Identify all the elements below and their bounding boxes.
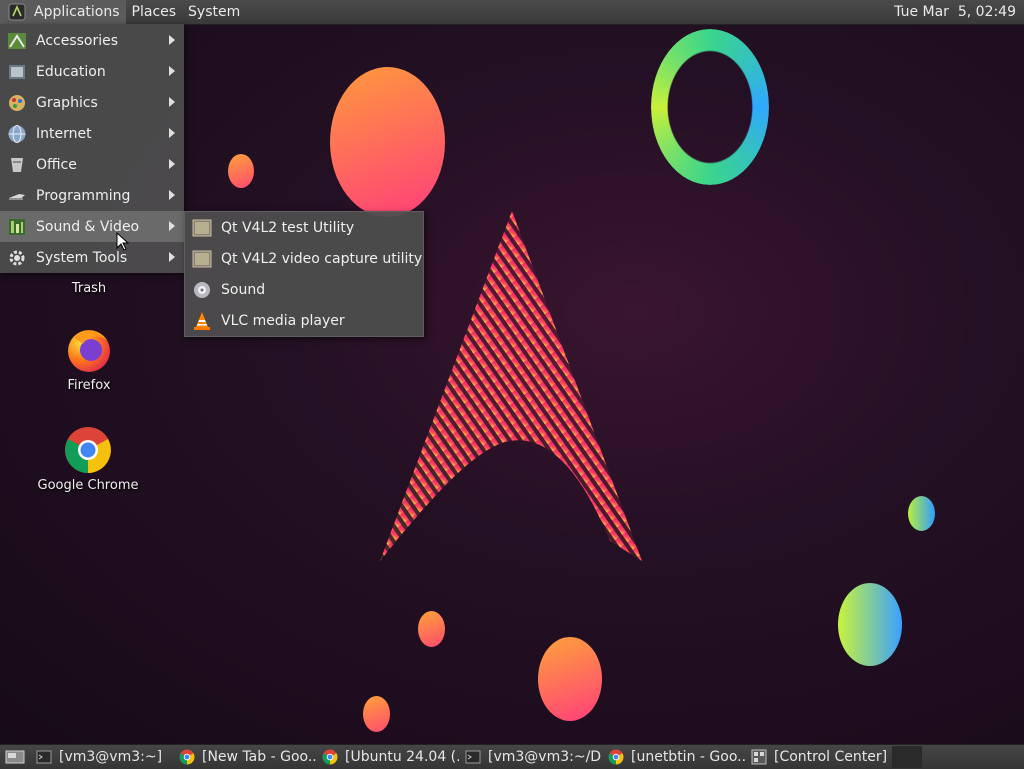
submenu-arrow-icon	[169, 221, 175, 231]
internet-icon	[6, 123, 28, 145]
menu-item-label: Programming	[36, 187, 131, 204]
wallpaper-bubble	[330, 67, 445, 217]
office-icon	[6, 154, 28, 176]
applications-menu-label: Applications	[34, 4, 120, 20]
desktop-icon-label: Trash	[71, 281, 107, 296]
menu-item-label: VLC media player	[221, 312, 345, 329]
submenu-arrow-icon	[169, 252, 175, 262]
wallpaper-ring	[651, 29, 769, 185]
taskbar-item[interactable]: [vm3@vm3:~/D...	[459, 746, 602, 768]
menu-item-vlc-media-player[interactable]: VLC media player	[185, 305, 423, 336]
clock[interactable]: Tue Mar 5, 02:49	[894, 4, 1024, 20]
terminal-icon	[465, 750, 481, 764]
desktop-icon-google-chrome[interactable]: Google Chrome	[28, 426, 148, 493]
chrome-icon	[322, 749, 338, 765]
system-tools-icon	[6, 247, 28, 269]
distro-logo-icon	[6, 1, 28, 23]
places-menu-button[interactable]: Places	[126, 0, 183, 24]
applications-menu: Accessories Education Graphics Internet …	[0, 24, 184, 273]
show-desktop-icon	[5, 750, 25, 764]
graphics-icon	[6, 92, 28, 114]
taskbar-item-label: [unetbtin - Goo...	[631, 749, 745, 765]
desktop-icon-firefox[interactable]: Firefox	[29, 326, 149, 393]
wallpaper-bubble	[908, 496, 935, 531]
taskbar-item-label: [vm3@vm3:~/D...	[488, 749, 602, 765]
menu-item-label: Internet	[36, 125, 92, 142]
taskbar-item-label: [Ubuntu 24.04 (...	[345, 749, 459, 765]
bottom-panel: [vm3@vm3:~] [New Tab - Goo... [Ubuntu 24…	[0, 744, 1024, 769]
sound-video-submenu: Qt V4L2 test Utility Qt V4L2 video captu…	[184, 211, 424, 337]
terminal-icon	[36, 750, 52, 764]
taskbar-item[interactable]: [vm3@vm3:~]	[30, 746, 173, 768]
qt-v4l2-icon	[191, 217, 213, 239]
qt-v4l2-capture-icon	[191, 248, 213, 270]
system-menu-button[interactable]: System	[182, 0, 246, 24]
menu-item-label: Sound	[221, 281, 266, 298]
show-desktop-button[interactable]	[0, 746, 30, 768]
menu-item-qt-v4l2-test-utility[interactable]: Qt V4L2 test Utility	[185, 212, 423, 243]
menu-item-label: Graphics	[36, 94, 98, 111]
sound-icon	[191, 279, 213, 301]
programming-icon	[6, 185, 28, 207]
taskbar-item[interactable]: [Ubuntu 24.04 (...	[316, 746, 459, 768]
submenu-arrow-icon	[169, 66, 175, 76]
wallpaper-bubble	[363, 696, 390, 732]
menu-item-label: Qt V4L2 video capture utility	[221, 250, 423, 267]
menu-item-office[interactable]: Office	[0, 149, 184, 180]
submenu-arrow-icon	[169, 159, 175, 169]
taskbar-item[interactable]: [unetbtin - Goo...	[602, 746, 745, 768]
top-panel: Applications Places System Tue Mar 5, 02…	[0, 0, 1024, 25]
sound-video-icon	[6, 216, 28, 238]
taskbar-empty-slot	[892, 746, 922, 768]
menu-item-qt-v4l2-video-capture-utility[interactable]: Qt V4L2 video capture utility	[185, 243, 423, 274]
taskbar-item[interactable]: [New Tab - Goo...	[173, 746, 316, 768]
menu-item-label: Education	[36, 63, 106, 80]
taskbar-item-label: [vm3@vm3:~]	[59, 749, 163, 765]
vlc-icon	[191, 310, 213, 332]
control-center-icon	[751, 749, 767, 765]
system-menu-label: System	[188, 4, 241, 20]
menu-item-system-tools[interactable]: System Tools	[0, 242, 184, 273]
mouse-cursor-icon	[116, 232, 130, 251]
chrome-icon	[179, 749, 195, 765]
taskbar-item-label: [Control Center]	[774, 749, 888, 765]
wallpaper-bubble	[838, 583, 902, 666]
menu-item-programming[interactable]: Programming	[0, 180, 184, 211]
menu-item-label: System Tools	[36, 249, 128, 266]
menu-item-label: Office	[36, 156, 77, 173]
submenu-arrow-icon	[169, 97, 175, 107]
menu-item-graphics[interactable]: Graphics	[0, 87, 184, 118]
menu-item-accessories[interactable]: Accessories	[0, 25, 184, 56]
chrome-icon	[65, 427, 111, 473]
submenu-arrow-icon	[169, 35, 175, 45]
menu-item-internet[interactable]: Internet	[0, 118, 184, 149]
desktop-icon-trash[interactable]: Trash	[29, 277, 149, 296]
wallpaper-bubble	[418, 611, 445, 647]
firefox-icon	[68, 330, 110, 372]
accessories-icon	[6, 30, 28, 52]
desktop-icon-label: Google Chrome	[37, 478, 139, 493]
desktop-icon-label: Firefox	[67, 378, 111, 393]
wallpaper-bubble	[228, 154, 254, 188]
menu-item-sound-video[interactable]: Sound & Video	[0, 211, 184, 242]
education-icon	[6, 61, 28, 83]
menu-item-sound[interactable]: Sound	[185, 274, 423, 305]
taskbar-item-label: [New Tab - Goo...	[202, 749, 316, 765]
chrome-icon	[608, 749, 624, 765]
menu-item-education[interactable]: Education	[0, 56, 184, 87]
menu-item-label: Accessories	[36, 32, 119, 49]
submenu-arrow-icon	[169, 190, 175, 200]
submenu-arrow-icon	[169, 128, 175, 138]
taskbar-item[interactable]: [Control Center]	[745, 746, 888, 768]
menu-item-label: Qt V4L2 test Utility	[221, 219, 355, 236]
applications-menu-button[interactable]: Applications	[0, 0, 126, 24]
wallpaper-bubble	[538, 637, 602, 721]
places-menu-label: Places	[131, 4, 177, 20]
